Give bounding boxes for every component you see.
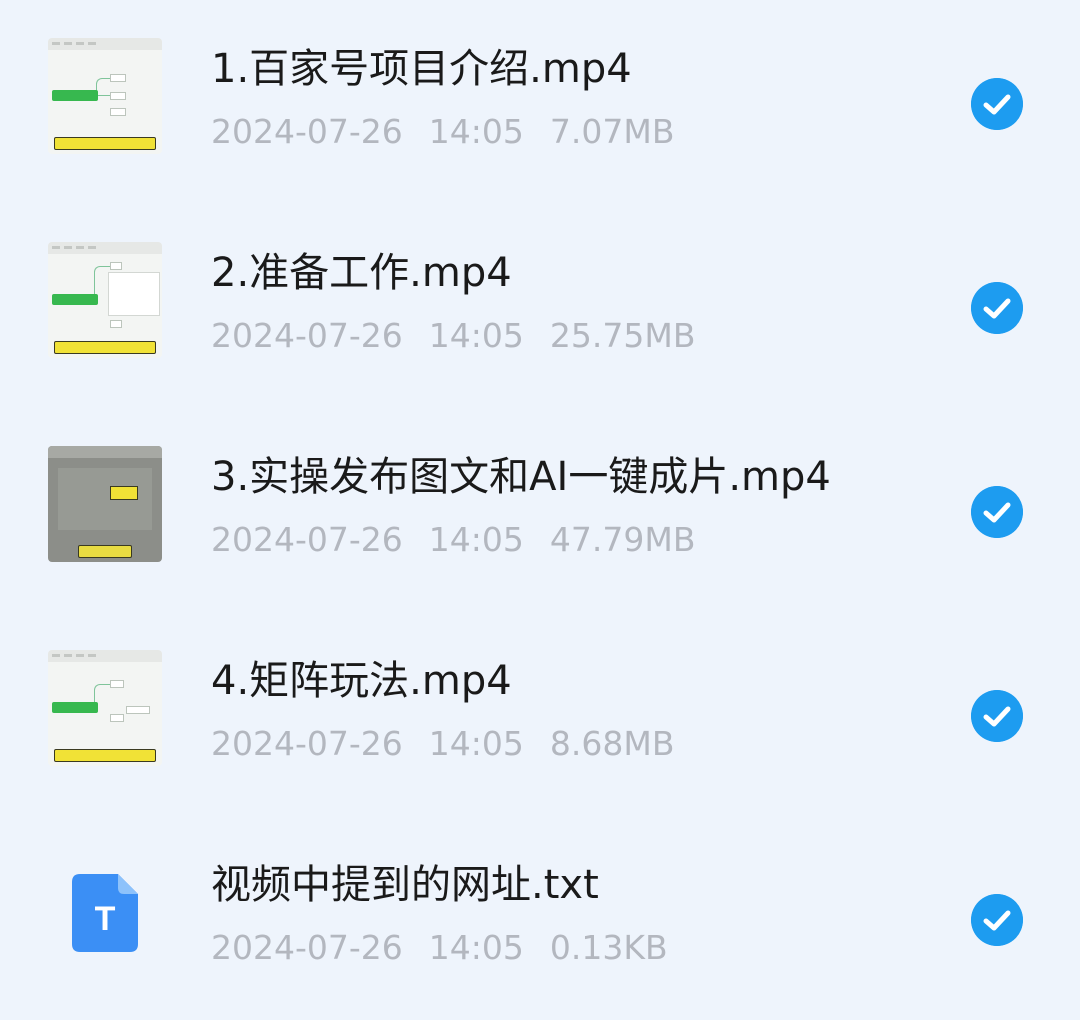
file-meta: 2024-07-26 14:05 7.07MB (211, 110, 674, 154)
file-time: 14:05 (428, 316, 524, 355)
checkmark-icon[interactable] (971, 78, 1023, 130)
file-name: 4.矩阵玩法.mp4 (211, 658, 512, 704)
file-name: 2.准备工作.mp4 (211, 250, 512, 296)
file-time: 14:05 (428, 520, 524, 559)
file-list: 1.百家号项目介绍.mp4 2024-07-26 14:05 7.07MB 2.准备… (0, 0, 1080, 1018)
file-date: 2024-07-26 (211, 520, 403, 559)
file-row[interactable]: T 视频中提到的网址.txt 2024-07-26 14:05 0.13KB (0, 816, 1080, 1020)
checkmark-icon[interactable] (971, 486, 1023, 538)
file-time: 14:05 (428, 112, 524, 151)
file-size: 25.75MB (549, 316, 696, 355)
file-name: 视频中提到的网址.txt (211, 862, 599, 908)
file-date: 2024-07-26 (211, 928, 403, 967)
checkmark-icon[interactable] (971, 690, 1023, 742)
checkmark-icon[interactable] (971, 894, 1023, 946)
file-name: 3.实操发布图文和AI一键成片.mp4 (211, 454, 831, 500)
video-thumbnail (48, 38, 162, 154)
file-row[interactable]: 3.实操发布图文和AI一键成片.mp4 2024-07-26 14:05 47.79… (0, 408, 1080, 612)
file-size: 7.07MB (549, 112, 675, 151)
file-date: 2024-07-26 (211, 316, 403, 355)
file-row[interactable]: 4.矩阵玩法.mp4 2024-07-26 14:05 8.68MB (0, 612, 1080, 816)
file-date: 2024-07-26 (211, 112, 403, 151)
file-meta: 2024-07-26 14:05 47.79MB (211, 518, 695, 562)
file-size: 8.68MB (549, 724, 675, 763)
file-meta: 2024-07-26 14:05 0.13KB (211, 926, 668, 970)
video-thumbnail (48, 242, 162, 358)
file-time: 14:05 (428, 724, 524, 763)
file-meta: 2024-07-26 14:05 25.75MB (211, 314, 695, 358)
file-size: 0.13KB (549, 928, 668, 967)
file-row[interactable]: 2.准备工作.mp4 2024-07-26 14:05 25.75MB (0, 204, 1080, 408)
checkmark-icon[interactable] (971, 282, 1023, 334)
file-meta: 2024-07-26 14:05 8.68MB (211, 722, 674, 766)
text-file-icon: T (72, 874, 138, 952)
text-file-icon-letter: T (95, 900, 116, 938)
file-row[interactable]: 1.百家号项目介绍.mp4 2024-07-26 14:05 7.07MB (0, 0, 1080, 204)
file-date: 2024-07-26 (211, 724, 403, 763)
video-thumbnail (48, 446, 162, 562)
file-name: 1.百家号项目介绍.mp4 (211, 46, 632, 92)
file-time: 14:05 (428, 928, 524, 967)
file-size: 47.79MB (549, 520, 696, 559)
video-thumbnail (48, 650, 162, 766)
